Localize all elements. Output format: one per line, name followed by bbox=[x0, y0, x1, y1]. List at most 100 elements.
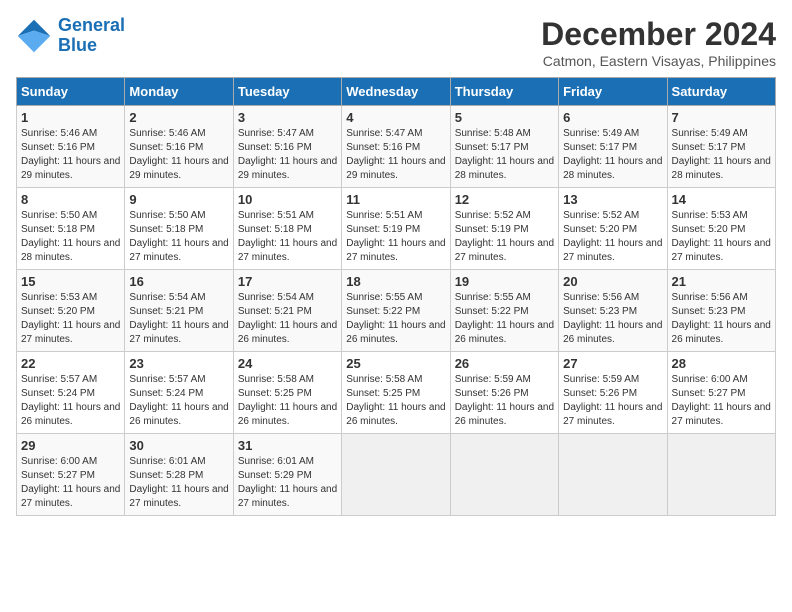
col-monday: Monday bbox=[125, 78, 233, 106]
day-info: Sunrise: 6:00 AM Sunset: 5:27 PM Dayligh… bbox=[21, 455, 120, 511]
day-info: Sunrise: 5:57 AM Sunset: 5:24 PM Dayligh… bbox=[129, 373, 228, 429]
daylight-label: Daylight: 11 hours and 27 minutes. bbox=[129, 320, 228, 345]
col-wednesday: Wednesday bbox=[342, 78, 450, 106]
table-row: 16 Sunrise: 5:54 AM Sunset: 5:21 PM Dayl… bbox=[125, 270, 233, 352]
sunset-label: Sunset: 5:18 PM bbox=[238, 224, 312, 235]
table-row: 6 Sunrise: 5:49 AM Sunset: 5:17 PM Dayli… bbox=[559, 106, 667, 188]
day-number: 29 bbox=[21, 438, 120, 453]
day-number: 1 bbox=[21, 110, 120, 125]
sunrise-label: Sunrise: 5:53 AM bbox=[21, 292, 97, 303]
daylight-label: Daylight: 11 hours and 27 minutes. bbox=[21, 484, 120, 509]
month-title: December 2024 bbox=[541, 16, 776, 53]
day-info: Sunrise: 5:54 AM Sunset: 5:21 PM Dayligh… bbox=[129, 291, 228, 347]
table-row: 13 Sunrise: 5:52 AM Sunset: 5:20 PM Dayl… bbox=[559, 188, 667, 270]
day-info: Sunrise: 5:52 AM Sunset: 5:20 PM Dayligh… bbox=[563, 209, 662, 265]
table-row: 17 Sunrise: 5:54 AM Sunset: 5:21 PM Dayl… bbox=[233, 270, 341, 352]
daylight-label: Daylight: 11 hours and 26 minutes. bbox=[238, 402, 337, 427]
day-info: Sunrise: 5:51 AM Sunset: 5:18 PM Dayligh… bbox=[238, 209, 337, 265]
sunset-label: Sunset: 5:29 PM bbox=[238, 470, 312, 481]
table-row: 14 Sunrise: 5:53 AM Sunset: 5:20 PM Dayl… bbox=[667, 188, 775, 270]
day-info: Sunrise: 5:59 AM Sunset: 5:26 PM Dayligh… bbox=[563, 373, 662, 429]
sunrise-label: Sunrise: 5:58 AM bbox=[238, 374, 314, 385]
col-friday: Friday bbox=[559, 78, 667, 106]
calendar-row: 1 Sunrise: 5:46 AM Sunset: 5:16 PM Dayli… bbox=[17, 106, 776, 188]
day-number: 23 bbox=[129, 356, 228, 371]
sunrise-label: Sunrise: 5:48 AM bbox=[455, 128, 531, 139]
day-info: Sunrise: 5:46 AM Sunset: 5:16 PM Dayligh… bbox=[21, 127, 120, 183]
day-number: 12 bbox=[455, 192, 554, 207]
table-row: 26 Sunrise: 5:59 AM Sunset: 5:26 PM Dayl… bbox=[450, 352, 558, 434]
day-number: 18 bbox=[346, 274, 445, 289]
sunset-label: Sunset: 5:27 PM bbox=[21, 470, 95, 481]
daylight-label: Daylight: 11 hours and 28 minutes. bbox=[672, 156, 771, 181]
sunrise-label: Sunrise: 5:47 AM bbox=[238, 128, 314, 139]
sunset-label: Sunset: 5:18 PM bbox=[129, 224, 203, 235]
day-info: Sunrise: 5:52 AM Sunset: 5:19 PM Dayligh… bbox=[455, 209, 554, 265]
daylight-label: Daylight: 11 hours and 26 minutes. bbox=[21, 402, 120, 427]
logo-line2: Blue bbox=[58, 36, 125, 56]
sunset-label: Sunset: 5:21 PM bbox=[238, 306, 312, 317]
sunset-label: Sunset: 5:17 PM bbox=[672, 142, 746, 153]
table-row: 22 Sunrise: 5:57 AM Sunset: 5:24 PM Dayl… bbox=[17, 352, 125, 434]
day-number: 21 bbox=[672, 274, 771, 289]
day-info: Sunrise: 5:51 AM Sunset: 5:19 PM Dayligh… bbox=[346, 209, 445, 265]
day-info: Sunrise: 5:57 AM Sunset: 5:24 PM Dayligh… bbox=[21, 373, 120, 429]
sunrise-label: Sunrise: 5:47 AM bbox=[346, 128, 422, 139]
sunrise-label: Sunrise: 5:57 AM bbox=[21, 374, 97, 385]
day-number: 4 bbox=[346, 110, 445, 125]
day-number: 3 bbox=[238, 110, 337, 125]
day-number: 7 bbox=[672, 110, 771, 125]
daylight-label: Daylight: 11 hours and 27 minutes. bbox=[238, 238, 337, 263]
day-info: Sunrise: 5:53 AM Sunset: 5:20 PM Dayligh… bbox=[21, 291, 120, 347]
day-info: Sunrise: 5:48 AM Sunset: 5:17 PM Dayligh… bbox=[455, 127, 554, 183]
table-row: 28 Sunrise: 6:00 AM Sunset: 5:27 PM Dayl… bbox=[667, 352, 775, 434]
table-row: 1 Sunrise: 5:46 AM Sunset: 5:16 PM Dayli… bbox=[17, 106, 125, 188]
table-row: 23 Sunrise: 5:57 AM Sunset: 5:24 PM Dayl… bbox=[125, 352, 233, 434]
daylight-label: Daylight: 11 hours and 27 minutes. bbox=[563, 238, 662, 263]
logo-icon bbox=[16, 18, 52, 54]
calendar-table: Sunday Monday Tuesday Wednesday Thursday… bbox=[16, 77, 776, 516]
sunset-label: Sunset: 5:21 PM bbox=[129, 306, 203, 317]
sunrise-label: Sunrise: 6:00 AM bbox=[672, 374, 748, 385]
day-info: Sunrise: 5:54 AM Sunset: 5:21 PM Dayligh… bbox=[238, 291, 337, 347]
sunset-label: Sunset: 5:26 PM bbox=[563, 388, 637, 399]
day-number: 11 bbox=[346, 192, 445, 207]
daylight-label: Daylight: 11 hours and 29 minutes. bbox=[238, 156, 337, 181]
sunset-label: Sunset: 5:20 PM bbox=[672, 224, 746, 235]
day-info: Sunrise: 5:59 AM Sunset: 5:26 PM Dayligh… bbox=[455, 373, 554, 429]
daylight-label: Daylight: 11 hours and 26 minutes. bbox=[672, 320, 771, 345]
day-info: Sunrise: 5:50 AM Sunset: 5:18 PM Dayligh… bbox=[129, 209, 228, 265]
table-row: 25 Sunrise: 5:58 AM Sunset: 5:25 PM Dayl… bbox=[342, 352, 450, 434]
sunrise-label: Sunrise: 5:46 AM bbox=[129, 128, 205, 139]
day-number: 30 bbox=[129, 438, 228, 453]
sunrise-label: Sunrise: 5:53 AM bbox=[672, 210, 748, 221]
sunset-label: Sunset: 5:26 PM bbox=[455, 388, 529, 399]
sunrise-label: Sunrise: 5:55 AM bbox=[346, 292, 422, 303]
day-info: Sunrise: 5:55 AM Sunset: 5:22 PM Dayligh… bbox=[346, 291, 445, 347]
calendar-row: 8 Sunrise: 5:50 AM Sunset: 5:18 PM Dayli… bbox=[17, 188, 776, 270]
day-info: Sunrise: 6:01 AM Sunset: 5:29 PM Dayligh… bbox=[238, 455, 337, 511]
daylight-label: Daylight: 11 hours and 29 minutes. bbox=[21, 156, 120, 181]
sunrise-label: Sunrise: 5:55 AM bbox=[455, 292, 531, 303]
day-info: Sunrise: 6:00 AM Sunset: 5:27 PM Dayligh… bbox=[672, 373, 771, 429]
sunset-label: Sunset: 5:24 PM bbox=[21, 388, 95, 399]
day-number: 28 bbox=[672, 356, 771, 371]
day-info: Sunrise: 5:58 AM Sunset: 5:25 PM Dayligh… bbox=[346, 373, 445, 429]
daylight-label: Daylight: 11 hours and 27 minutes. bbox=[672, 402, 771, 427]
day-info: Sunrise: 5:46 AM Sunset: 5:16 PM Dayligh… bbox=[129, 127, 228, 183]
calendar-row: 15 Sunrise: 5:53 AM Sunset: 5:20 PM Dayl… bbox=[17, 270, 776, 352]
day-number: 16 bbox=[129, 274, 228, 289]
sunrise-label: Sunrise: 6:01 AM bbox=[238, 456, 314, 467]
table-row: 8 Sunrise: 5:50 AM Sunset: 5:18 PM Dayli… bbox=[17, 188, 125, 270]
day-info: Sunrise: 5:49 AM Sunset: 5:17 PM Dayligh… bbox=[563, 127, 662, 183]
day-info: Sunrise: 5:56 AM Sunset: 5:23 PM Dayligh… bbox=[672, 291, 771, 347]
table-row: 10 Sunrise: 5:51 AM Sunset: 5:18 PM Dayl… bbox=[233, 188, 341, 270]
sunset-label: Sunset: 5:24 PM bbox=[129, 388, 203, 399]
sunrise-label: Sunrise: 5:56 AM bbox=[672, 292, 748, 303]
table-row: 20 Sunrise: 5:56 AM Sunset: 5:23 PM Dayl… bbox=[559, 270, 667, 352]
table-row: 5 Sunrise: 5:48 AM Sunset: 5:17 PM Dayli… bbox=[450, 106, 558, 188]
sunrise-label: Sunrise: 5:59 AM bbox=[455, 374, 531, 385]
day-info: Sunrise: 5:47 AM Sunset: 5:16 PM Dayligh… bbox=[238, 127, 337, 183]
day-info: Sunrise: 5:53 AM Sunset: 5:20 PM Dayligh… bbox=[672, 209, 771, 265]
sunrise-label: Sunrise: 5:49 AM bbox=[672, 128, 748, 139]
